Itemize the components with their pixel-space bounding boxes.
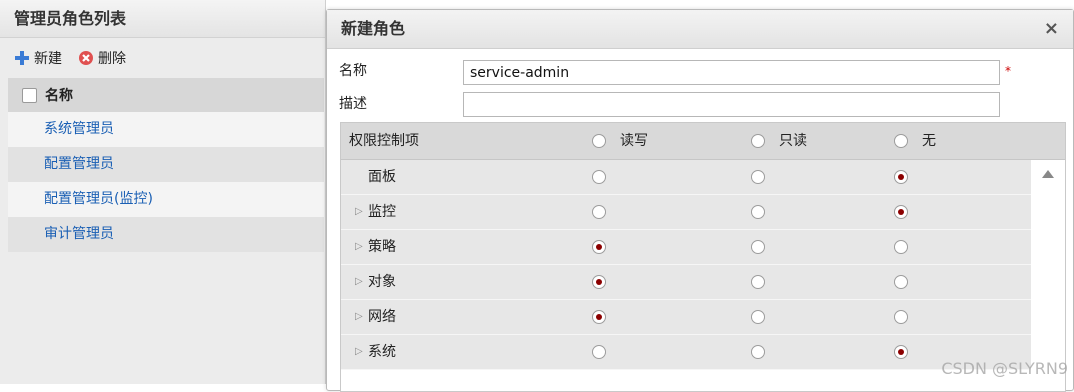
description-label: 描述: [339, 96, 367, 112]
radio-none[interactable]: [894, 170, 908, 184]
radio-ro[interactable]: [751, 345, 765, 359]
expand-icon[interactable]: ▷: [355, 335, 363, 369]
required-mark: *: [1005, 64, 1011, 78]
panel-title: 管理员角色列表: [0, 0, 325, 38]
delete-button[interactable]: 删除: [78, 48, 126, 68]
permission-row-label: 监控: [368, 204, 396, 220]
permission-row: ▷ 策略: [341, 230, 1031, 265]
permission-row: ▷ 网络: [341, 300, 1031, 335]
header-none: 无: [922, 133, 936, 149]
radio-ro[interactable]: [751, 275, 765, 289]
new-role-dialog: 新建角色 × 名称 * 描述 权限控制项 读写 只读 无 面板 ▷ 监控 ▷ 策略 ▷ 对象…: [326, 9, 1074, 392]
header-radio-rw[interactable]: [592, 134, 606, 148]
toolbar: 新建 删除: [0, 38, 325, 78]
radio-ro[interactable]: [751, 170, 765, 184]
radio-rw[interactable]: [592, 275, 606, 289]
radio-rw[interactable]: [592, 205, 606, 219]
radio-ro[interactable]: [751, 205, 765, 219]
permission-table-header: 权限控制项 读写 只读 无: [341, 123, 1065, 160]
header-ro: 只读: [779, 133, 807, 149]
radio-none[interactable]: [894, 345, 908, 359]
radio-rw[interactable]: [592, 170, 606, 184]
radio-none[interactable]: [894, 310, 908, 324]
expand-icon[interactable]: ▷: [355, 195, 363, 229]
name-label: 名称: [339, 63, 367, 79]
header-radio-ro[interactable]: [751, 134, 765, 148]
permission-row-label: 系统: [368, 344, 396, 360]
plus-icon: [15, 51, 29, 65]
role-item-config-admin-monitor[interactable]: 配置管理员(监控): [8, 182, 324, 217]
expand-icon[interactable]: ▷: [355, 265, 363, 299]
dialog-title: 新建角色: [341, 19, 406, 38]
role-item-config-admin[interactable]: 配置管理员: [8, 147, 324, 182]
radio-ro[interactable]: [751, 310, 765, 324]
delete-button-label: 删除: [98, 51, 126, 67]
select-all-checkbox[interactable]: [22, 87, 37, 103]
dialog-title-bar: 新建角色 ×: [327, 10, 1073, 49]
watermark: CSDN @SLYRN9: [941, 359, 1068, 378]
new-button[interactable]: 新建: [14, 48, 62, 68]
radio-rw[interactable]: [592, 345, 606, 359]
header-radio-none[interactable]: [894, 134, 908, 148]
radio-none[interactable]: [894, 205, 908, 219]
header-rw: 读写: [620, 133, 648, 149]
name-field[interactable]: [463, 60, 1000, 85]
permission-row: 面板: [341, 160, 1031, 195]
radio-rw[interactable]: [592, 310, 606, 324]
permission-row-label: 策略: [368, 239, 396, 255]
radio-none[interactable]: [894, 275, 908, 289]
permission-row-label: 对象: [368, 274, 396, 290]
expand-icon[interactable]: ▷: [355, 300, 363, 334]
permission-row: ▷ 监控: [341, 195, 1031, 230]
permission-row-label: 面板: [368, 169, 396, 185]
expand-icon[interactable]: ▷: [355, 230, 363, 264]
permission-table: 权限控制项 读写 只读 无 面板 ▷ 监控 ▷ 策略 ▷ 对象 ▷ 网络 ▷ 系统: [340, 122, 1066, 392]
role-item-audit-admin[interactable]: 审计管理员: [8, 217, 324, 252]
new-button-label: 新建: [34, 51, 62, 67]
column-name-header: 名称: [45, 88, 73, 104]
permission-row: ▷ 对象: [341, 265, 1031, 300]
header-item: 权限控制项: [349, 133, 419, 149]
permission-rows: 面板 ▷ 监控 ▷ 策略 ▷ 对象 ▷ 网络 ▷ 系统: [341, 160, 1031, 370]
scroll-up-icon[interactable]: [1042, 170, 1054, 178]
permission-row: ▷ 系统: [341, 335, 1031, 370]
radio-none[interactable]: [894, 240, 908, 254]
permission-row-label: 网络: [368, 309, 396, 325]
role-list: 系统管理员 配置管理员 配置管理员(监控) 审计管理员: [8, 112, 324, 252]
radio-ro[interactable]: [751, 240, 765, 254]
close-icon[interactable]: ×: [1044, 10, 1059, 48]
description-field[interactable]: [463, 92, 1000, 117]
radio-rw[interactable]: [592, 240, 606, 254]
role-list-panel: 管理员角色列表 新建 删除 名称 系统管理员 配置管理员 配置管理员(监控) 审…: [0, 0, 326, 384]
role-item-system-admin[interactable]: 系统管理员: [8, 112, 324, 147]
delete-icon: [79, 51, 93, 65]
scrollbar[interactable]: [1031, 160, 1065, 391]
grid-header: 名称: [8, 78, 324, 112]
